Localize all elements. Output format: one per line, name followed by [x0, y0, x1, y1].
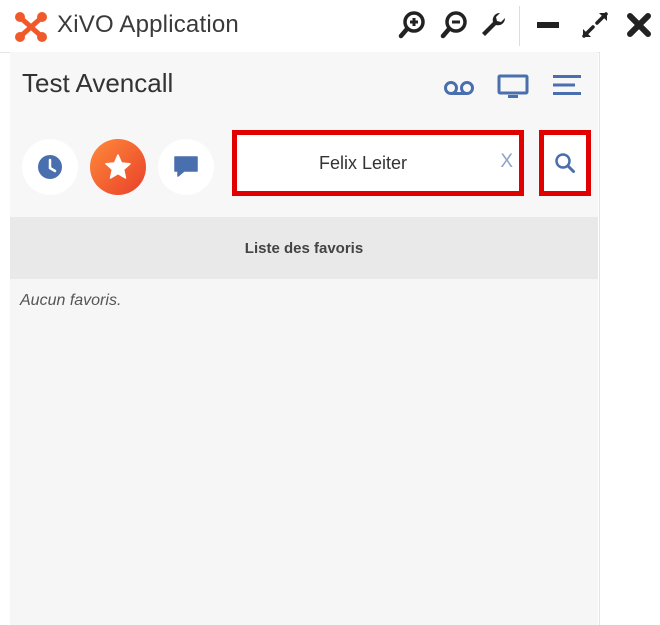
user-name: Test Avencall [22, 68, 174, 98]
title-bar: XiVO Application [0, 0, 660, 53]
clear-search-button[interactable]: X [500, 151, 513, 173]
empty-favorites-message: Aucun favoris. [20, 292, 122, 309]
favorites-list-header: Liste des favoris [10, 217, 598, 279]
monitor-icon[interactable] [496, 74, 530, 100]
titlebar-separator [519, 6, 520, 46]
star-icon [105, 154, 131, 179]
history-tab[interactable] [22, 139, 78, 195]
app-title: XiVO Application [57, 11, 239, 38]
main-panel: Test Avencall X [10, 52, 598, 625]
zoom-in-icon[interactable] [398, 10, 428, 40]
favorites-tab[interactable] [90, 139, 146, 195]
search-icon [555, 153, 575, 173]
close-icon[interactable] [624, 10, 654, 40]
xivo-logo-icon [15, 12, 47, 42]
menu-icon[interactable] [550, 72, 584, 98]
maximize-icon[interactable] [580, 10, 610, 40]
right-side-panel [599, 52, 660, 625]
voicemail-icon[interactable] [442, 74, 476, 100]
zoom-out-icon[interactable] [440, 10, 470, 40]
search-field-wrapper: X [232, 130, 524, 196]
chat-icon [174, 156, 198, 177]
search-button[interactable] [539, 130, 591, 196]
clock-icon [38, 155, 62, 179]
search-input[interactable] [237, 135, 519, 191]
minimize-icon[interactable] [533, 10, 563, 40]
wrench-icon[interactable] [478, 10, 508, 40]
chat-tab[interactable] [158, 139, 214, 195]
